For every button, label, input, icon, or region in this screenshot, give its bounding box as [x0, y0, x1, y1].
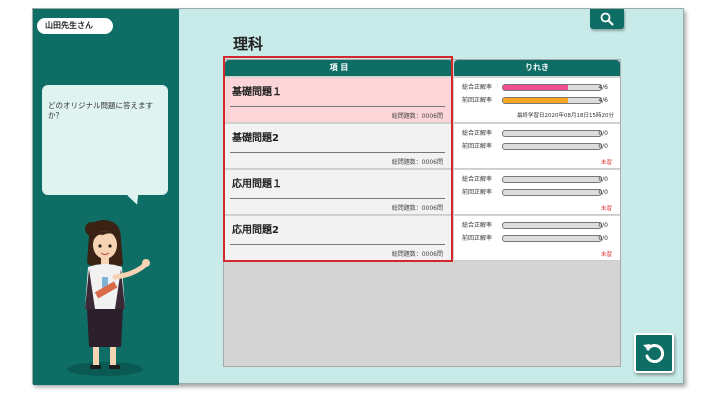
undo-icon: [643, 344, 665, 363]
last-rate-bar: [502, 143, 602, 150]
last-rate-label: 前回正解率: [462, 97, 493, 104]
back-button[interactable]: [634, 333, 674, 373]
teacher-illustration: [67, 220, 150, 376]
total-rate-label: 総合正解率: [462, 222, 493, 229]
search-icon: [600, 12, 614, 26]
total-rate-bar: [502, 130, 602, 137]
history-cell: 総合正解率 0/0 前回正解率 0/0 未習: [454, 170, 620, 215]
last-rate-label: 前回正解率: [462, 189, 493, 196]
last-rate-label: 前回正解率: [462, 235, 493, 242]
total-rate-bar: [502, 222, 602, 229]
total-rate-label: 総合正解率: [462, 84, 493, 91]
total-rate-value: 0/0: [598, 130, 608, 137]
column-header-history: りれき: [454, 60, 620, 76]
last-rate-value: 4/6: [598, 97, 608, 104]
history-cell: 総合正解率 0/0 前回正解率 0/0 未習: [454, 216, 620, 261]
speech-bubble: どのオリジナル問題に答えますか？: [42, 85, 168, 195]
total-rate-value: 4/6: [598, 84, 608, 91]
history-cell: 総合正解率 4/6 前回正解率 4/6 最終学習日2020年08月18日15時2…: [454, 78, 620, 123]
last-rate-value: 0/0: [598, 189, 608, 196]
history-cell: 総合正解率 0/0 前回正解率 0/0 未習: [454, 124, 620, 169]
last-rate-label: 前回正解率: [462, 143, 493, 150]
total-rate-label: 総合正解率: [462, 176, 493, 183]
not-studied-badge: 未習: [600, 160, 612, 166]
total-rate-bar: [502, 176, 602, 183]
total-rate-bar: [502, 84, 602, 91]
total-rate-value: 0/0: [598, 176, 608, 183]
total-rate-value: 0/0: [598, 222, 608, 229]
last-study-date: 最終学習日2020年08月18日15時20分: [517, 113, 614, 119]
subject-title: 理科: [233, 35, 264, 53]
last-rate-bar: [502, 189, 602, 196]
app-window: 山田先生さん どのオリジナル問題に答えますか？ 理科 項 目 りれき 基礎問題１…: [32, 8, 684, 385]
last-rate-value: 0/0: [598, 143, 608, 150]
last-rate-value: 0/0: [598, 235, 608, 242]
not-studied-badge: 未習: [600, 206, 612, 212]
highlight-frame: [223, 56, 453, 262]
last-rate-bar: [502, 235, 602, 242]
total-rate-label: 総合正解率: [462, 130, 493, 137]
sidebar: 山田先生さん どのオリジナル問題に答えますか？: [33, 9, 179, 385]
not-studied-badge: 未習: [600, 252, 612, 258]
last-rate-bar: [502, 97, 602, 104]
user-name-badge: 山田先生さん: [37, 18, 113, 34]
search-button[interactable]: [590, 9, 624, 29]
